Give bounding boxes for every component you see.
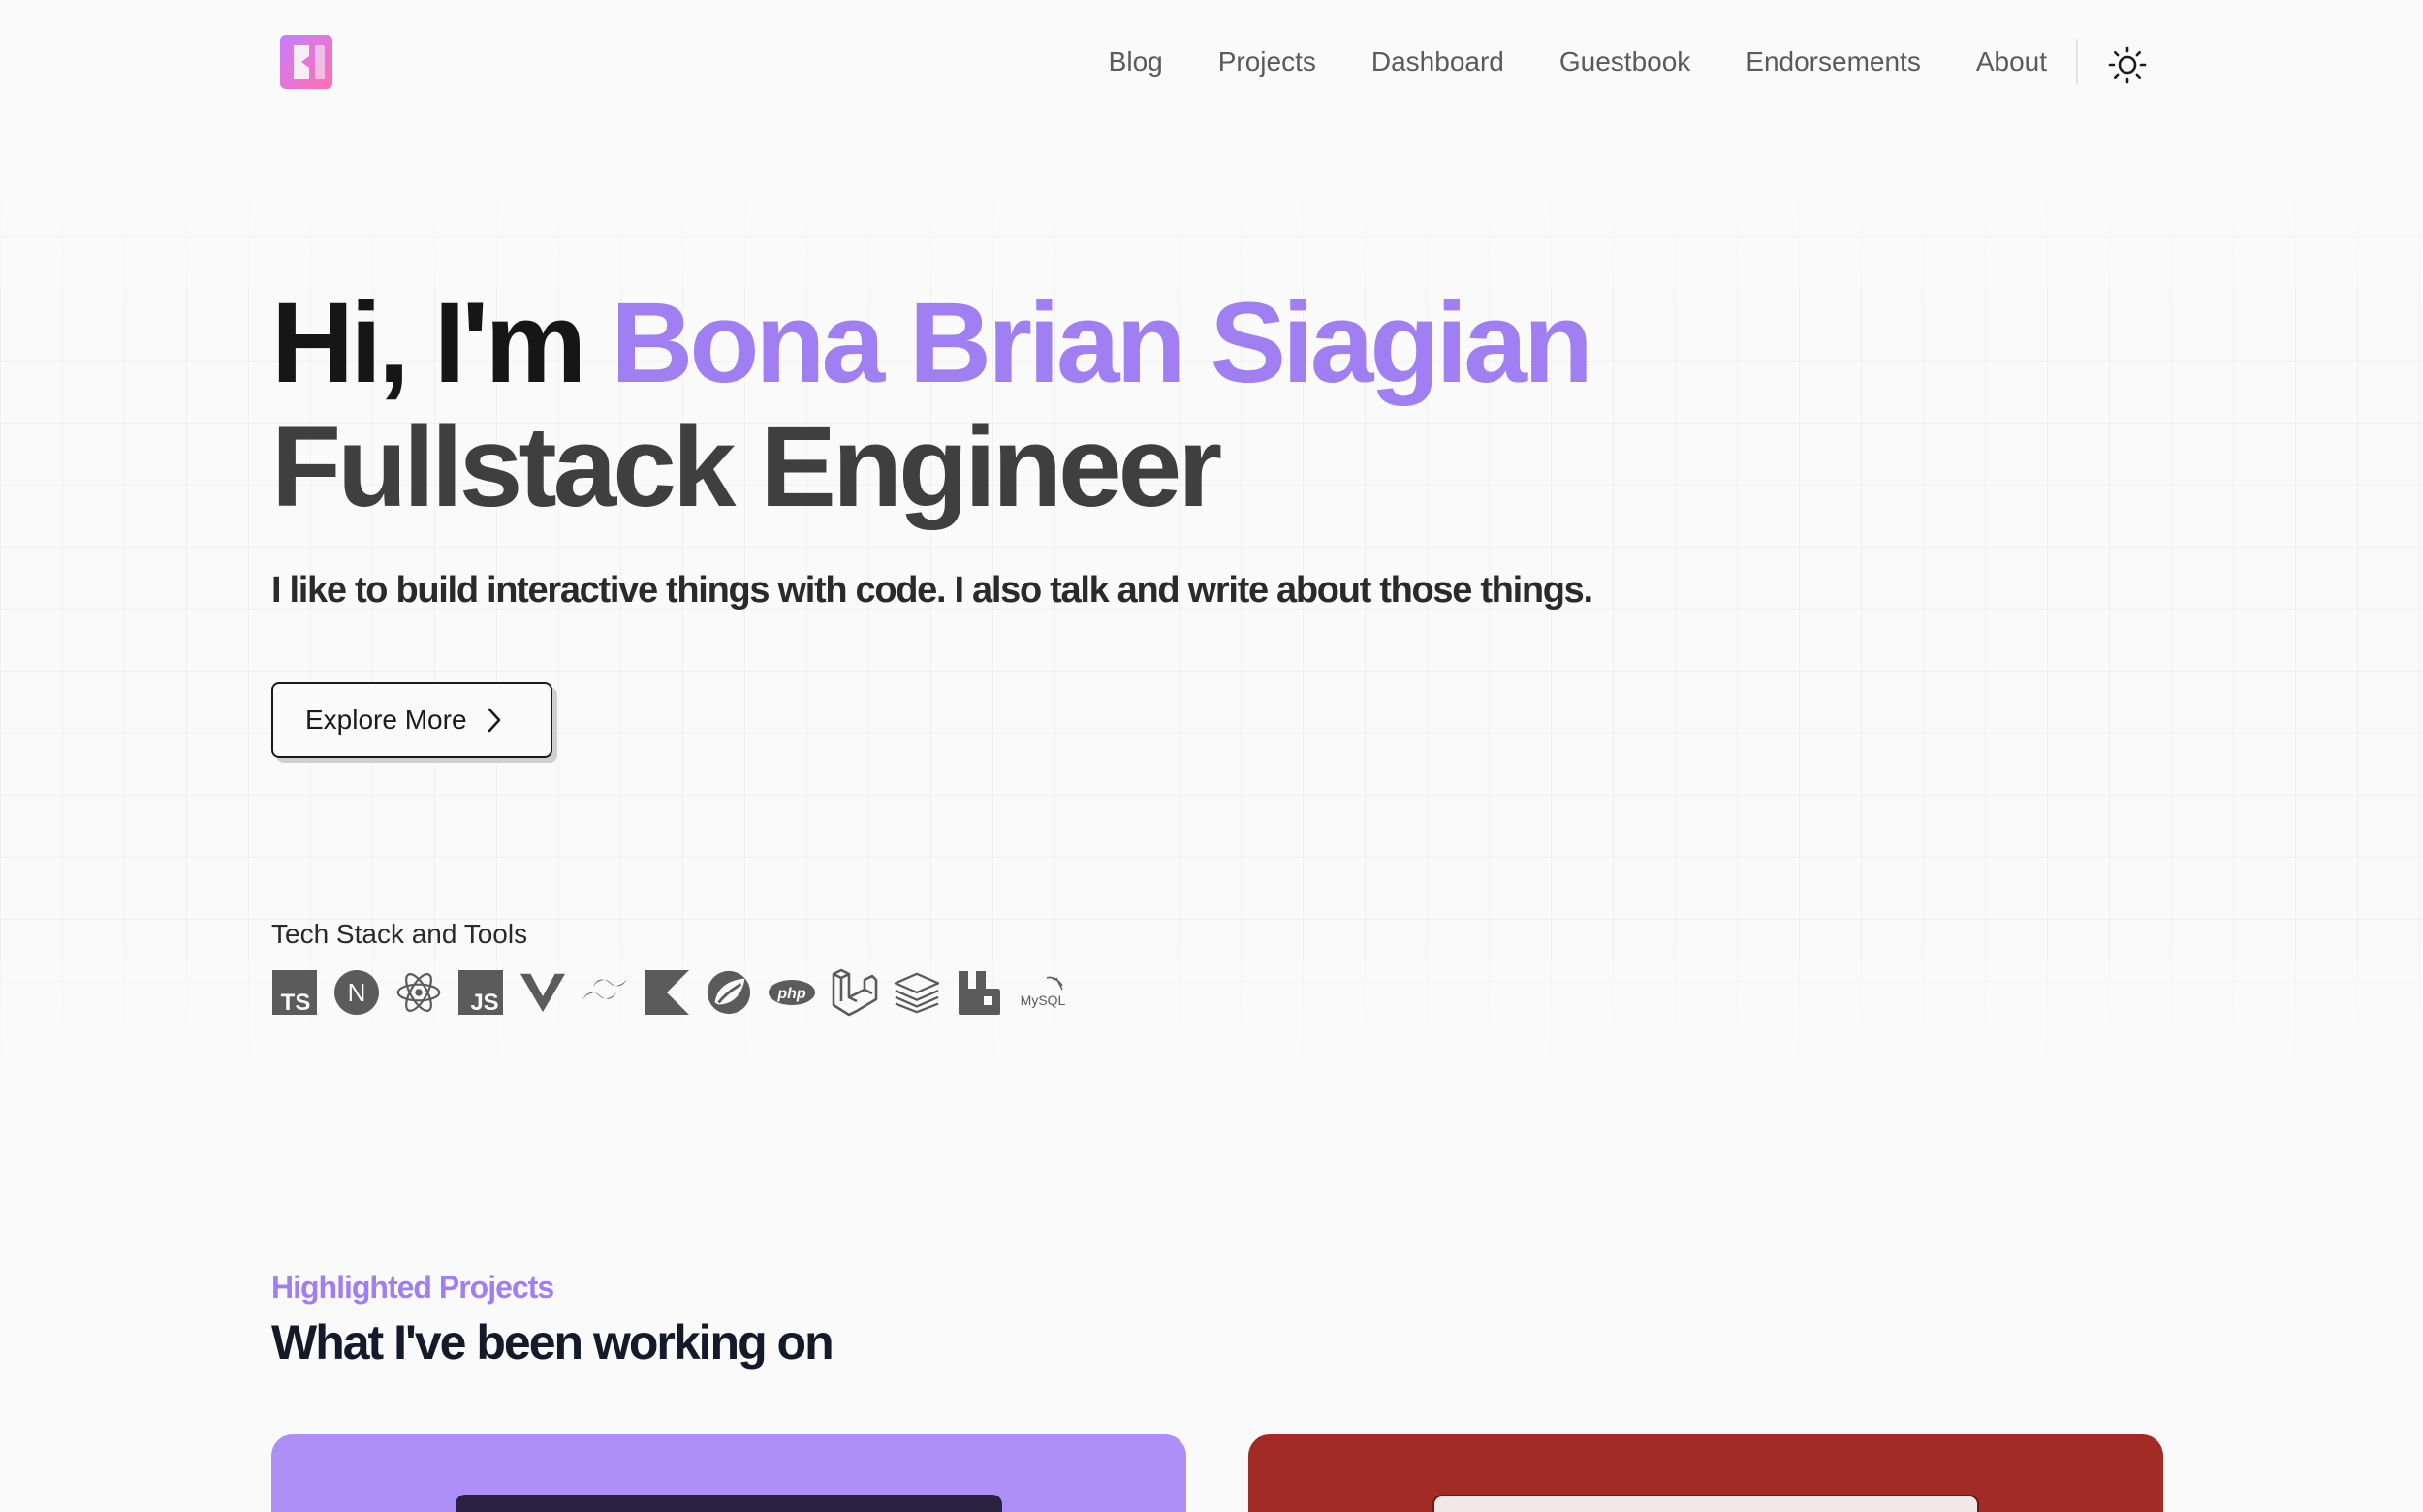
site-header: Blog Projects Dashboard Guestbook Endors… — [0, 0, 2423, 126]
javascript-icon-text: JS — [470, 990, 498, 1016]
tech-stack-icons: TS N JS php MySQL — [271, 968, 1070, 1017]
theme-toggle-button[interactable] — [2108, 46, 2147, 84]
chevron-right-icon — [488, 708, 500, 733]
nav-dashboard[interactable]: Dashboard — [1371, 43, 1504, 81]
nav-projects[interactable]: Projects — [1218, 43, 1316, 81]
nextjs-icon-text: N — [348, 978, 366, 1007]
kotlin-icon — [644, 969, 690, 1016]
tech-stack-label: Tech Stack and Tools — [271, 919, 528, 949]
explore-more-button[interactable]: Explore More — [271, 682, 552, 758]
nav-about[interactable]: About — [1976, 43, 2047, 81]
nextjs-icon: N — [333, 969, 380, 1016]
typescript-icon: TS — [271, 969, 318, 1016]
project-card-preview — [456, 1495, 1002, 1512]
vue-icon — [519, 969, 566, 1016]
hero-role: Fullstack Engineer — [271, 403, 1222, 531]
nav-divider — [2076, 39, 2078, 85]
react-icon — [395, 969, 442, 1016]
mysql-icon-text: MySQL — [1021, 992, 1066, 1008]
project-card[interactable] — [271, 1434, 1186, 1512]
php-icon-text: php — [776, 986, 806, 1002]
nav-blog[interactable]: Blog — [1109, 43, 1163, 81]
typescript-icon-text: TS — [281, 990, 311, 1016]
hero-greeting: Hi, I'm — [271, 279, 612, 407]
spring-icon — [706, 969, 752, 1016]
highlighted-projects-title: What I've been working on — [271, 1315, 834, 1370]
nav-guestbook[interactable]: Guestbook — [1559, 43, 1690, 81]
hero-heading: Hi, I'm Bona Brian Siagian — [271, 279, 1593, 407]
nav-endorsements[interactable]: Endorsements — [1746, 43, 1921, 81]
javascript-icon: JS — [457, 969, 504, 1016]
hero-section: Hi, I'm Bona Brian Siagian Fullstack Eng… — [271, 279, 1593, 531]
project-card-preview — [1432, 1495, 1979, 1512]
project-card[interactable] — [1248, 1434, 2163, 1512]
laravel-icon — [832, 968, 878, 1017]
rabbitmq-icon — [956, 969, 1002, 1016]
highlighted-projects-kicker: Highlighted Projects — [271, 1270, 554, 1305]
stack-icon — [894, 969, 940, 1016]
explore-more-label: Explore More — [305, 705, 467, 735]
hero-subtitle: I like to build interactive things with … — [271, 570, 1593, 611]
hero-name: Bona Brian Siagian — [611, 279, 1593, 407]
main-nav: Blog Projects Dashboard Guestbook Endors… — [1109, 43, 2047, 81]
php-icon: php — [768, 969, 816, 1016]
tailwind-icon — [582, 969, 628, 1016]
sun-icon — [2108, 46, 2147, 84]
mysql-icon: MySQL — [1018, 969, 1070, 1016]
site-logo[interactable] — [280, 35, 332, 89]
